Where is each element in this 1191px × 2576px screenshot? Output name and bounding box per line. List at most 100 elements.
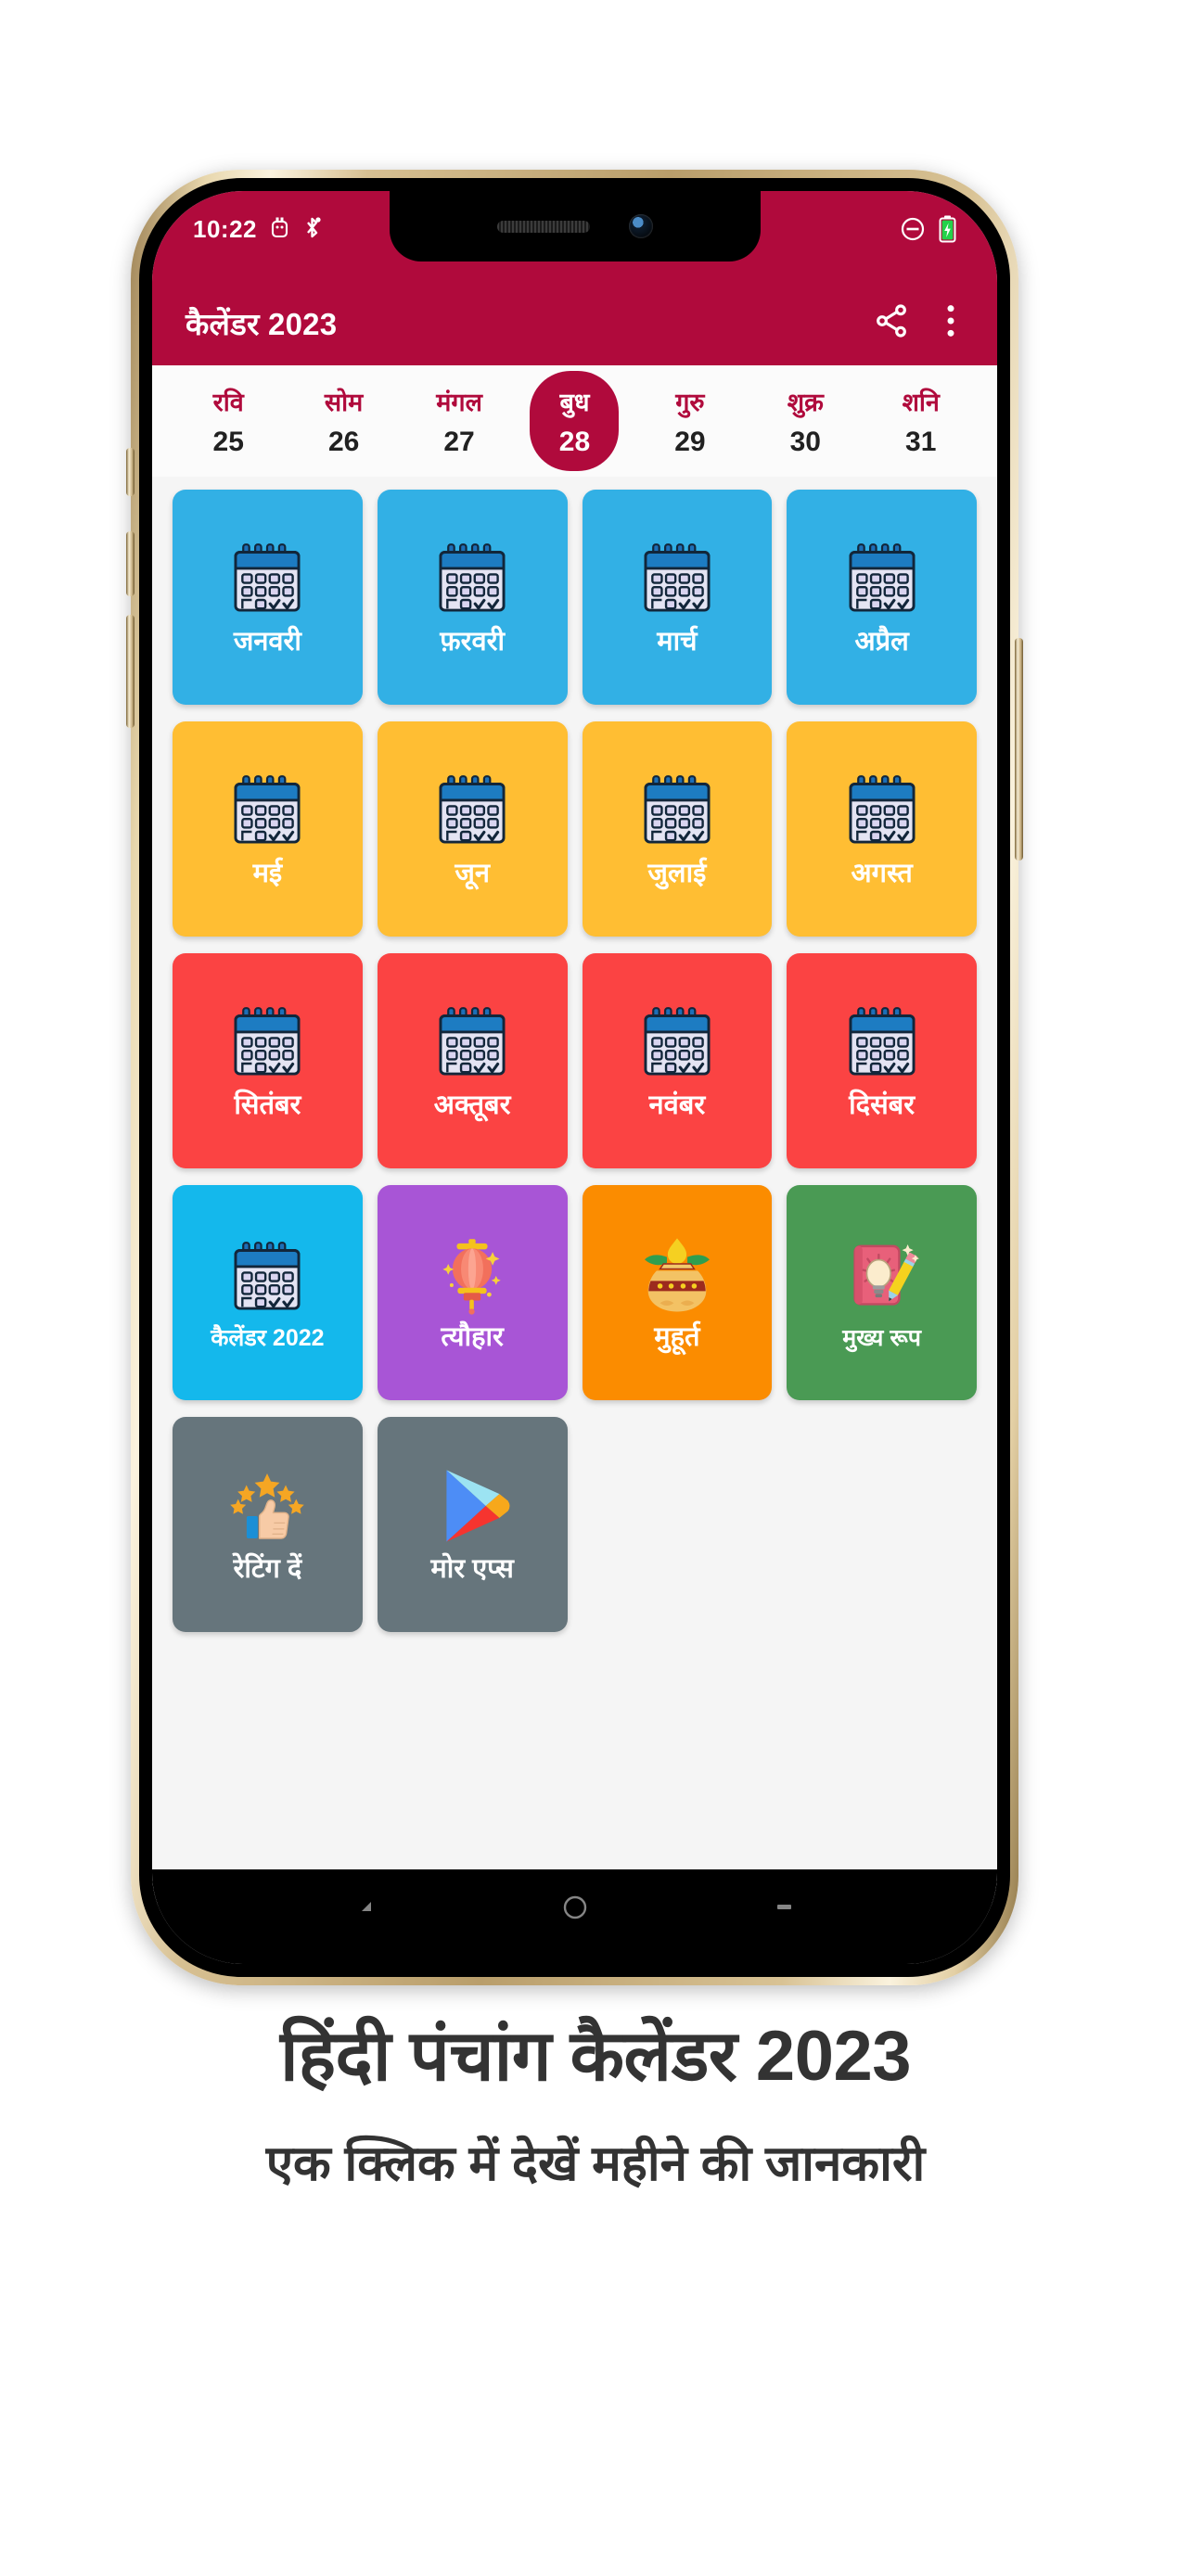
front-camera-icon [628,214,653,238]
tile-label: मार्च [657,627,698,657]
calendar-icon [429,1000,515,1085]
tile-11[interactable]: दिसंबर [787,953,977,1168]
calendar-icon [224,536,310,621]
tile-label: नवंबर [648,1090,706,1121]
calendar-icon [224,768,310,853]
week-day-4[interactable]: गुरु 29 [646,371,735,471]
week-day-1[interactable]: सोम 26 [300,371,389,471]
app-bar: कैलेंडर 2023 [152,280,997,365]
week-day-0[interactable]: रवि 25 [184,371,273,471]
phone-screen: 10:22 कैलेंडर 2023 रवि 25 सोम 26 मंगल 27… [152,191,997,1964]
tile-label: जुलाई [647,859,707,889]
usb-debug-icon [270,216,289,244]
bluetooth-icon [302,216,322,244]
week-day-6[interactable]: शनि 31 [877,371,966,471]
power-button[interactable] [1015,638,1023,861]
calendar-icon [634,768,720,853]
month-tile-grid: जनवरी फ़रवरी मार्च अप्रैल मई जून जुलाई अ… [152,477,997,1905]
share-icon[interactable] [873,302,910,344]
tile-13[interactable]: त्यौहार [377,1185,568,1400]
calendar-icon [224,1000,310,1085]
kalash-icon [634,1231,720,1317]
week-day-number: 28 [558,427,591,457]
tile-17[interactable]: मोर एप्स [377,1417,568,1632]
tile-12[interactable]: कैलेंडर 2022 [173,1185,363,1400]
play-store-icon [429,1463,515,1549]
tile-label: सितंबर [234,1090,301,1121]
tile-9[interactable]: अक्तूबर [377,953,568,1168]
phone-bezel: 10:22 कैलेंडर 2023 रवि 25 सोम 26 मंगल 27… [139,178,1010,1977]
week-day-number: 31 [905,427,937,457]
calendar-icon [839,536,925,621]
calendar-icon [634,1000,720,1085]
week-day-5[interactable]: शुक्र 30 [761,371,850,471]
calendar-icon [429,536,515,621]
status-time: 10:22 [193,215,257,243]
tile-15[interactable]: मुख्य रूप [787,1185,977,1400]
more-vertical-icon[interactable] [945,302,956,344]
calendar-icon [429,768,515,853]
tile-1[interactable]: फ़रवरी [377,490,568,705]
tile-5[interactable]: जून [377,721,568,937]
tile-2[interactable]: मार्च [582,490,773,705]
week-day-number: 26 [327,427,360,457]
calendar-icon [839,768,925,853]
tile-label: मुख्य रूप [842,1324,921,1351]
status-bar: 10:22 [152,191,997,280]
do-not-disturb-icon [900,216,926,247]
idea-book-icon [839,1234,925,1320]
week-day-name: शनि [902,389,940,416]
tile-label: अगस्त [851,859,913,889]
notch [389,191,761,261]
battery-charging-icon [939,215,956,248]
volume-up-button[interactable] [126,531,134,596]
calendar-icon [634,536,720,621]
tile-4[interactable]: मई [173,721,363,937]
caption-title: हिंदी पंचांग कैलेंडर 2023 [279,2017,912,2096]
tile-label: दिसंबर [849,1090,916,1121]
week-day-2[interactable]: मंगल 27 [415,371,504,471]
tile-3[interactable]: अप्रैल [787,490,977,705]
volume-down-button[interactable] [126,615,134,728]
earpiece-speaker [496,220,590,233]
thumbs-up-stars-icon [224,1463,310,1549]
week-strip: रवि 25 सोम 26 मंगल 27 बुध 28 गुरु 29 शुक्र 30 शनि 31 [152,365,997,477]
tile-16[interactable]: रेटिंग दें [173,1417,363,1632]
tile-label: फ़रवरी [440,627,505,657]
tile-0[interactable]: जनवरी [173,490,363,705]
tile-14[interactable]: मुहूर्त [582,1185,773,1400]
system-nav-bar [152,1869,997,1964]
mute-switch-button[interactable] [126,448,134,496]
tile-label: कैलेंडर 2022 [211,1324,325,1351]
week-day-number: 29 [674,427,706,457]
tile-label: अक्तूबर [433,1090,511,1121]
tile-label: मुहूर्त [654,1322,700,1353]
tile-10[interactable]: नवंबर [582,953,773,1168]
phone-frame: 10:22 कैलेंडर 2023 रवि 25 सोम 26 मंगल 27… [126,170,1023,1985]
calendar-icon [839,1000,925,1085]
tile-label: अप्रैल [854,627,909,657]
week-day-name: सोम [324,389,364,416]
calendar-icon [224,1234,310,1320]
week-day-name: मंगल [436,389,482,416]
back-triangle-icon[interactable] [354,1894,378,1923]
tile-8[interactable]: सितंबर [173,953,363,1168]
tile-6[interactable]: जुलाई [582,721,773,937]
home-circle-icon[interactable] [559,1891,591,1927]
tile-7[interactable]: अगस्त [787,721,977,937]
tile-label: त्यौहार [441,1322,504,1353]
tile-label: रेटिंग दें [233,1554,302,1585]
tile-label: मई [252,859,283,889]
week-day-number: 27 [443,427,475,457]
week-day-number: 30 [789,427,821,457]
tile-label: मोर एप्स [430,1554,514,1585]
lantern-icon [429,1231,515,1317]
caption-subtitle: एक क्लिक में देखें महीने की जानकारी [265,2136,926,2192]
week-day-3[interactable]: बुध 28 [530,371,620,471]
recents-rectangle-icon[interactable] [772,1894,796,1923]
week-day-name: गुरु [675,389,705,416]
tile-label: जून [455,859,490,889]
caption-block: हिंदी पंचांग कैलेंडर 2023 एक क्लिक में द… [0,2017,1191,2193]
app-title: कैलेंडर 2023 [186,306,338,341]
week-day-name: बुध [559,389,590,416]
